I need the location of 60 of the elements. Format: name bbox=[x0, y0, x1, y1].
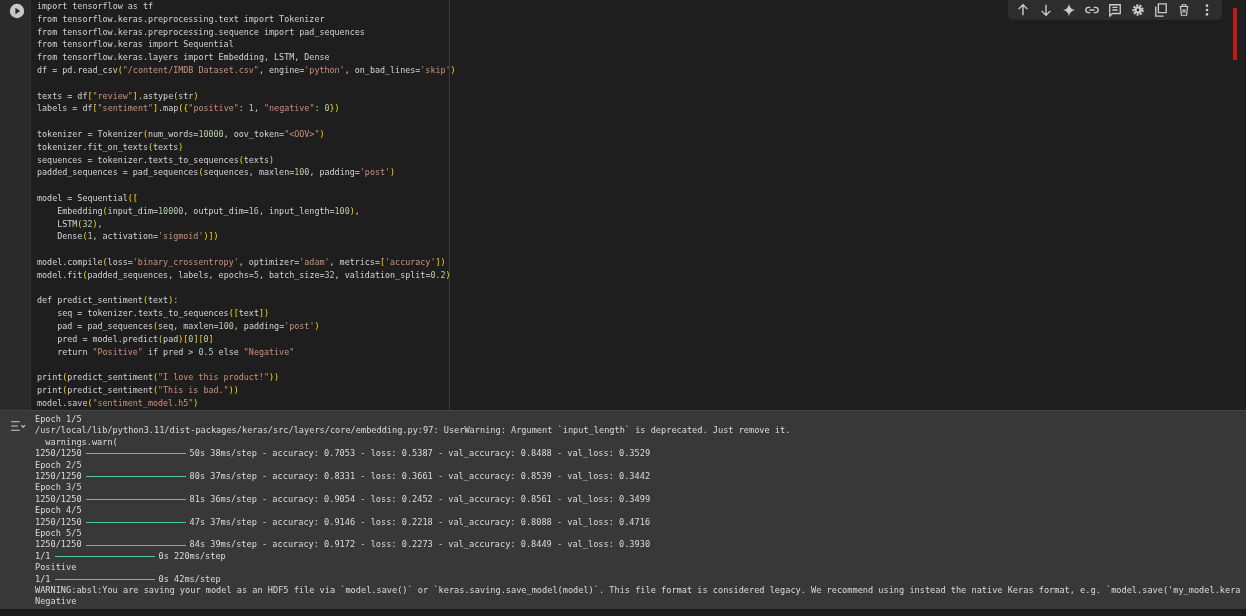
step-count: 1250/1250 bbox=[35, 493, 82, 506]
up-arrow-icon[interactable] bbox=[1016, 3, 1030, 17]
code-line: from tensorflow.keras import Sequential bbox=[37, 38, 234, 52]
code-line: pad = pad_sequences(seq, maxlen=100, padding='post') bbox=[56, 319, 320, 333]
code-line: model.save("sentiment_model.h5") bbox=[37, 396, 199, 410]
step-count: 1250/1250 bbox=[35, 539, 82, 551]
step-stats: 84s 39ms/step - accuracy: 0.9172 - loss: 0.2273 - val_accuracy: 0.8449 - val_loss: 0.3930 bbox=[189, 539, 651, 551]
output-line: Epoch 1/5 bbox=[35, 414, 83, 426]
code-line: pred = model.predict(pad)[0][0] bbox=[56, 332, 214, 346]
output-line: Epoch 4/5 bbox=[35, 505, 83, 517]
code-line: model = Sequential([ bbox=[37, 191, 138, 205]
code-line: from tensorflow.keras.preprocessing.text import Tokenizer bbox=[37, 12, 325, 26]
step-count: 1/1 bbox=[35, 573, 51, 585]
delete-icon[interactable] bbox=[1177, 3, 1191, 17]
output-line: Epoch 2/5 bbox=[35, 459, 83, 471]
settings-icon[interactable] bbox=[1131, 3, 1145, 17]
code-line: texts = df["review"].astype(str) bbox=[37, 89, 199, 103]
sparkle-icon[interactable] bbox=[1062, 3, 1076, 17]
step-stats: 47s 37ms/step - accuracy: 0.9146 - loss: 0.2218 - val_accuracy: 0.8088 - val_loss: 0.4716 bbox=[189, 516, 651, 528]
output-line: WARNING:absl:You are saving your model as an HDF5 file via `model.save()` or `keras.saving.save_model(model)`. This file format is considered legacy. We recommend using instead the native Keras format, e.g. `model.save('my_model.kera bbox=[35, 585, 1241, 597]
code-line: Embedding(input_dim=10000, output_dim=16, input_length=100), bbox=[56, 204, 360, 218]
code-line: tokenizer.fit_on_texts(texts) bbox=[37, 140, 184, 154]
scroll-marker bbox=[1233, 8, 1237, 60]
code-line: LSTM(32), bbox=[56, 217, 103, 231]
output-line: Positive bbox=[35, 562, 78, 574]
step-stats: 0s 42ms/step bbox=[158, 573, 221, 585]
step-count: 1250/1250 bbox=[35, 516, 82, 528]
step-stats: 81s 36ms/step - accuracy: 0.9054 - loss: 0.2452 - val_accuracy: 0.8561 - val_loss: 0.3499 bbox=[189, 493, 651, 506]
output-line: Negative bbox=[35, 596, 78, 608]
run-button[interactable] bbox=[9, 3, 25, 19]
code-line: padded_sequences = pad_sequences(sequences, maxlen=100, padding='post') bbox=[37, 166, 396, 180]
code-line: print(predict_sentiment("I love this product!")) bbox=[37, 371, 280, 384]
output-toggle-icon[interactable] bbox=[10, 420, 26, 432]
code-line: model.fit(padded_sequences, labels, epochs=5, batch_size=32, validation_split=0.2) bbox=[37, 268, 451, 282]
code-line: model.compile(loss='binary_crossentropy', optimizer='adam', metrics=['accuracy']) bbox=[37, 255, 446, 269]
code-line: from tensorflow.keras.preprocessing.sequence import pad_sequences bbox=[37, 25, 365, 39]
output-line: /usr/local/lib/python3.11/dist-packages/keras/src/layers/core/embedding.py:97: UserWarning: Argument `input_length` is deprecated. Just remove it. bbox=[35, 425, 792, 437]
step-stats: 0s 220ms/step bbox=[158, 550, 226, 563]
copy-icon[interactable] bbox=[1154, 3, 1168, 17]
output-line: warnings.warn( bbox=[44, 436, 119, 449]
code-line: import tensorflow as tf bbox=[37, 0, 153, 13]
code-line: print(predict_sentiment("This is bad.")) bbox=[37, 383, 239, 397]
code-line: labels = df["sentiment"].map({"positive": 1, "negative": 0}) bbox=[37, 102, 340, 116]
code-line: from tensorflow.keras.layers import Embedding, LSTM, Dense bbox=[37, 51, 330, 64]
step-stats: 50s 38ms/step - accuracy: 0.7053 - loss: 0.5387 - val_accuracy: 0.8488 - val_loss: 0.3529 bbox=[189, 448, 651, 460]
down-arrow-icon[interactable] bbox=[1039, 3, 1053, 17]
step-count: 1250/1250 bbox=[35, 471, 82, 483]
comment-icon[interactable] bbox=[1108, 3, 1122, 17]
code-line: return "Positive" if pred > 0.5 else "Negative" bbox=[56, 345, 295, 359]
step-stats: 80s 37ms/step - accuracy: 0.8331 - loss: 0.3661 - val_accuracy: 0.8539 - val_loss: 0.3442 bbox=[189, 471, 651, 483]
code-line: Dense(1, activation='sigmoid')]) bbox=[56, 230, 219, 244]
output-line: Epoch 3/5 bbox=[35, 482, 83, 494]
code-line: seq = tokenizer.texts_to_sequences([text]) bbox=[56, 307, 269, 320]
step-count: 1250/1250 bbox=[35, 448, 82, 460]
code-line: df = pd.read_csv("/content/IMDB Dataset.csv", engine='python', on_bad_lines='skip') bbox=[37, 64, 456, 77]
output-line: Epoch 5/5 bbox=[35, 528, 83, 540]
code-line: sequences = tokenizer.texts_to_sequences(texts) bbox=[37, 153, 275, 167]
code-line: tokenizer = Tokenizer(num_words=10000, oov_token="<OOV>") bbox=[37, 127, 325, 141]
step-count: 1/1 bbox=[35, 550, 51, 563]
code-line: def predict_sentiment(text): bbox=[37, 294, 179, 308]
